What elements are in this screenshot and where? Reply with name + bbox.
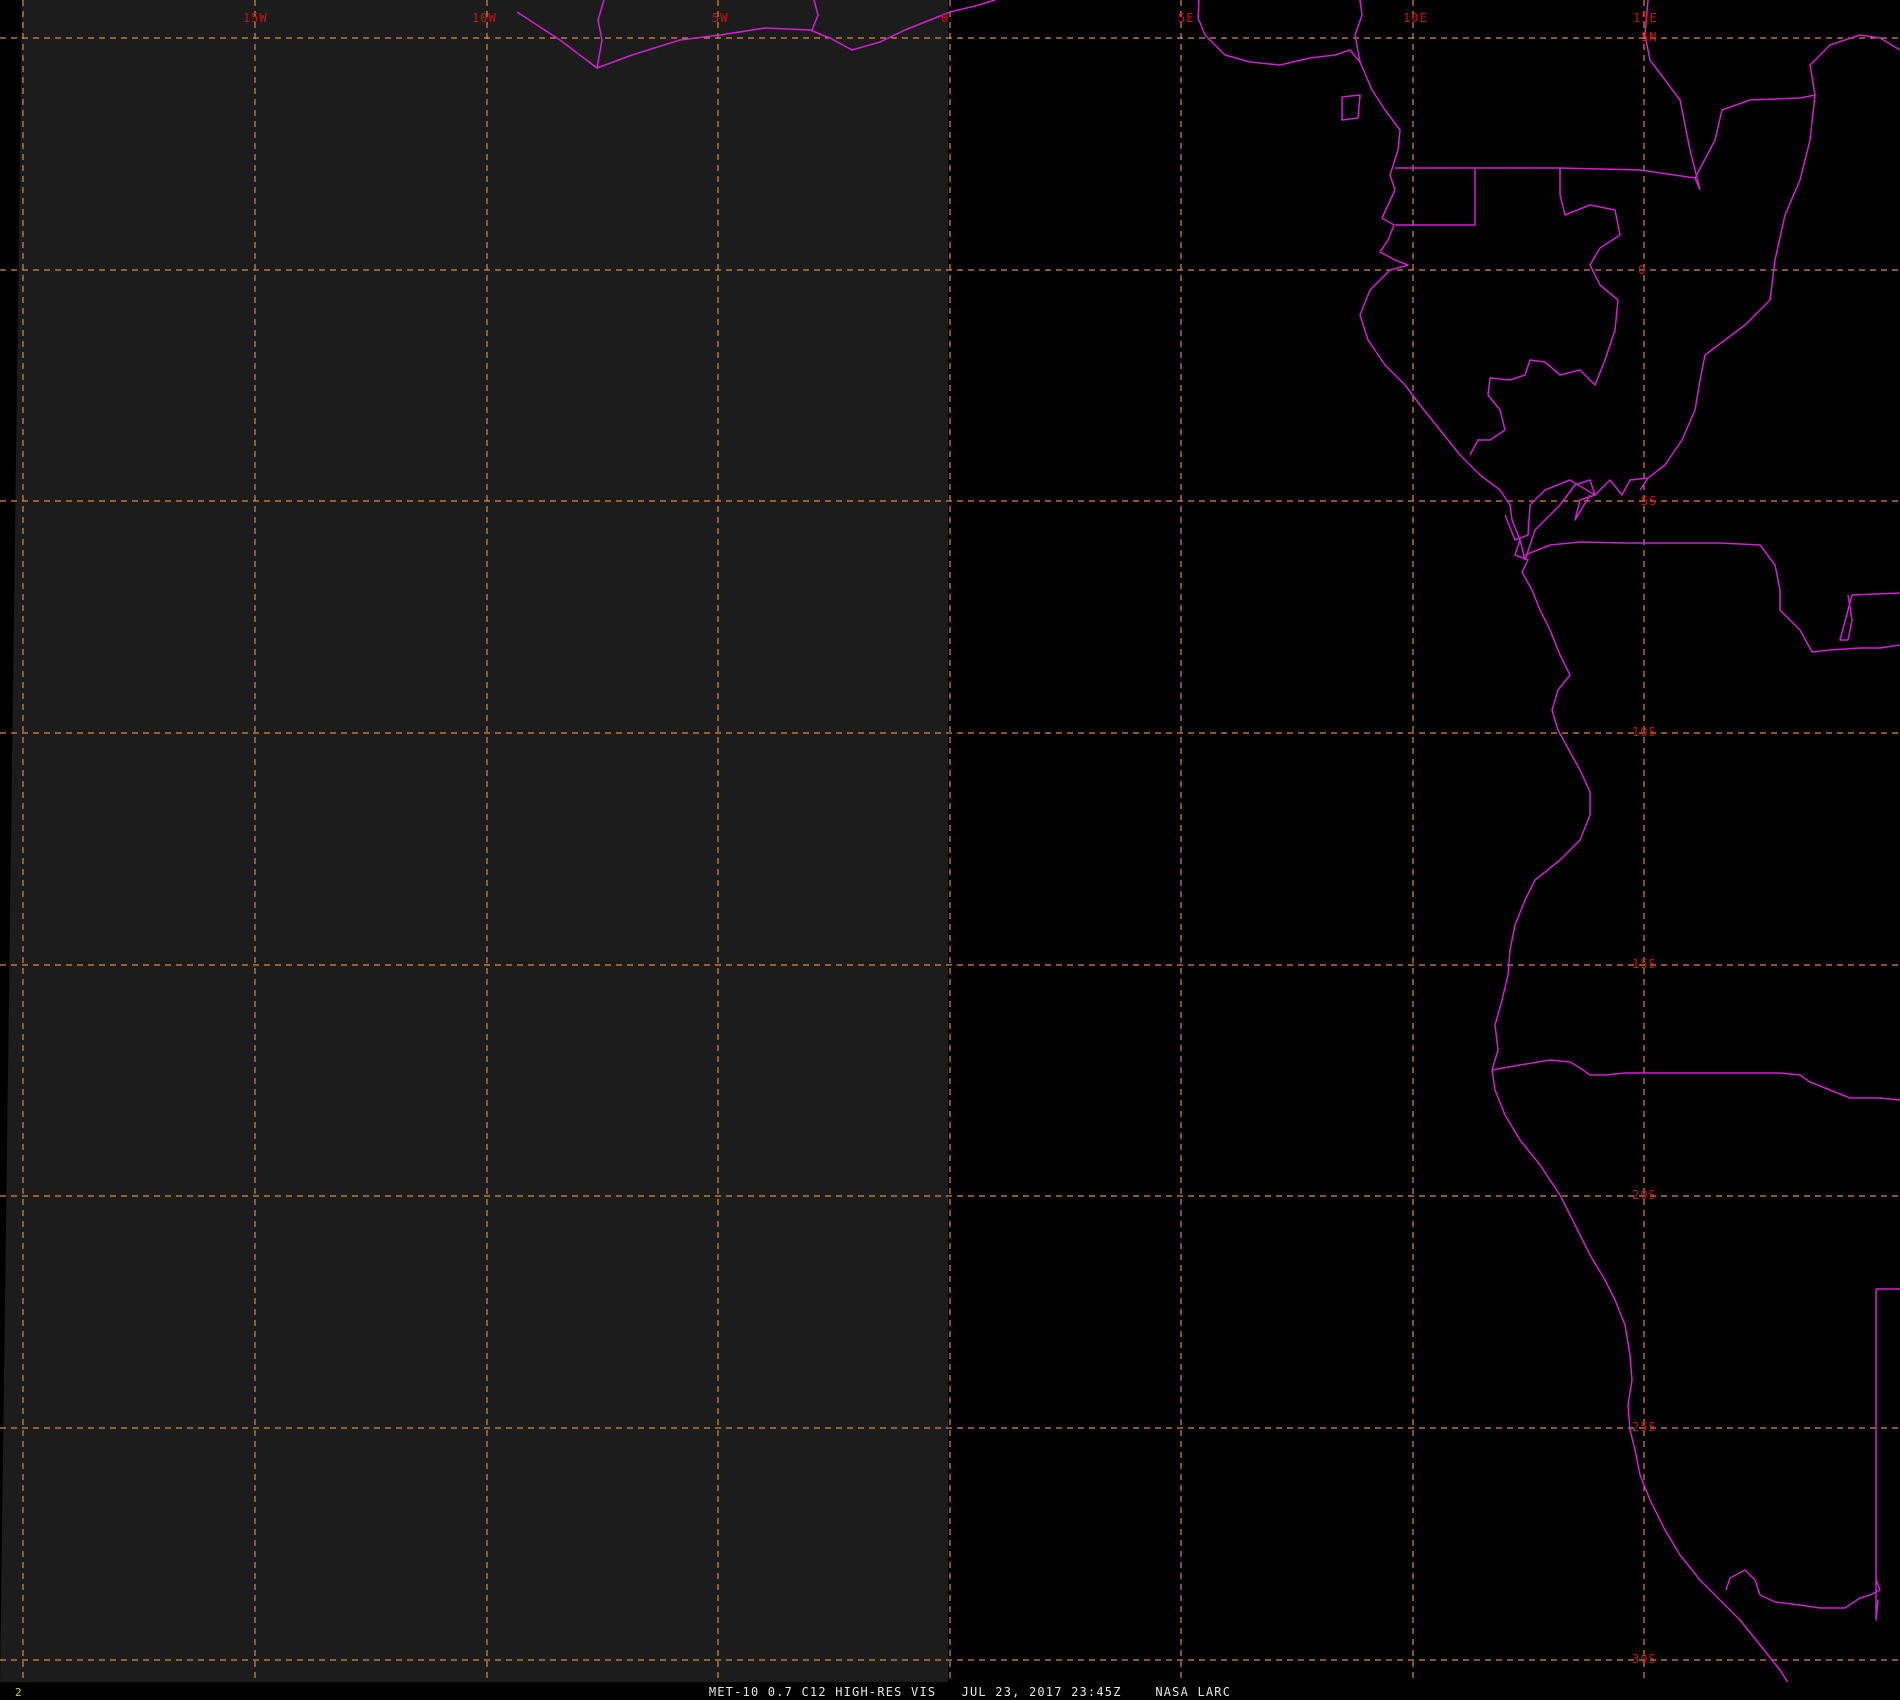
border-namibia-botswana	[1875, 1289, 1879, 1621]
coastline-namibia	[1491, 1069, 1791, 1687]
border-angola-namibia	[1491, 1059, 1900, 1101]
satellite-map-view: 15W 10W 5W 0 5E 10E 15E 5N 0 5S 10S 15S …	[0, 0, 1900, 1700]
border-cabinda	[1504, 477, 1649, 541]
border-gabon	[1469, 168, 1621, 456]
coastline-central-africa	[1359, 189, 1526, 561]
latitude-labels: 5N 0 5S 10S 15S 20S 25S 30S	[1632, 30, 1657, 1666]
label-5w: 5W	[712, 11, 728, 25]
label-15e: 15E	[1633, 11, 1658, 25]
label-5e: 5E	[1178, 11, 1194, 25]
border-congo-east	[1694, 34, 1900, 179]
border-nigeria-cameroon	[1354, 0, 1363, 63]
label-5n: 5N	[1641, 30, 1657, 44]
label-25s: 25S	[1632, 1420, 1657, 1434]
satellite-image: 15W 10W 5W 0 5E 10E 15E 5N 0 5S 10S 15S …	[0, 0, 1900, 1687]
border-drc-angola	[1524, 541, 1900, 653]
label-10s: 10S	[1632, 725, 1657, 739]
label-15w: 15W	[243, 11, 268, 25]
label-0-lat: 0	[1638, 263, 1646, 277]
label-30s: 30S	[1632, 1652, 1657, 1666]
border-congo-drc	[1639, 94, 1816, 491]
border-eq-guinea	[1395, 167, 1476, 226]
label-10e: 10E	[1403, 11, 1428, 25]
no-data-region	[0, 0, 948, 1686]
label-20s: 20S	[1632, 1188, 1657, 1202]
image-caption: MET-10 0.7 C12 HIGH-RES VIS JUL 23, 2017…	[708, 1685, 1232, 1699]
border-zambia-angola	[1839, 592, 1900, 641]
border-namibia-southafrica	[1725, 1569, 1881, 1609]
status-bar: 2 MET-10 0.7 C12 HIGH-RES VIS JUL 23, 20…	[0, 1682, 1900, 1700]
label-10w: 10W	[472, 11, 497, 25]
border-cameroon-south	[1475, 167, 1701, 191]
label-0-lon: 0	[941, 11, 949, 25]
coastline-nigeria-cameroon	[1197, 0, 1401, 191]
border-car	[1644, 0, 1701, 191]
bioko-island	[1341, 94, 1361, 121]
coastline-angola	[1491, 539, 1591, 1071]
label-5s: 5S	[1641, 494, 1657, 508]
label-15s: 15S	[1632, 957, 1657, 971]
coast-cabinda	[1524, 479, 1596, 561]
